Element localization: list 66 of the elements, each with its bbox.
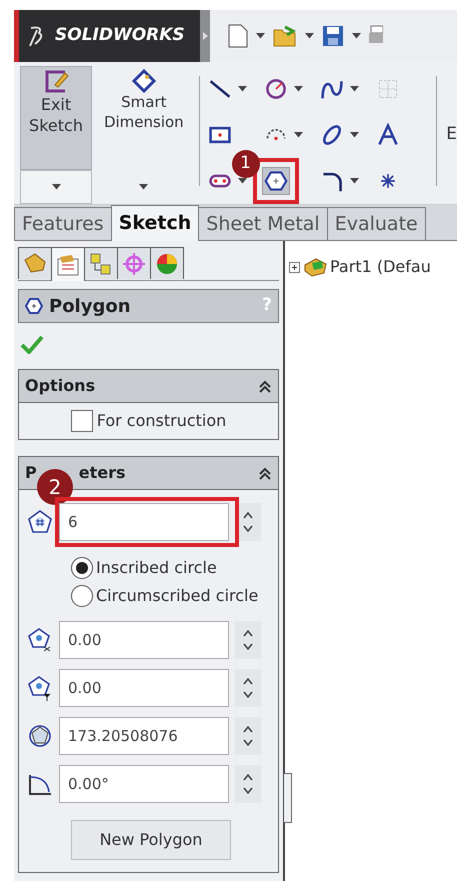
ribbon-label: E xyxy=(445,123,457,146)
dropdown-caret-icon[interactable] xyxy=(305,33,314,39)
radio-button[interactable] xyxy=(71,585,93,607)
smart-dimension-button[interactable]: Smart Dimension xyxy=(94,66,193,170)
panel-tab[interactable] xyxy=(150,247,184,279)
center-x-icon xyxy=(27,627,53,653)
dropdown-caret-icon[interactable] xyxy=(294,132,303,138)
save-icon[interactable] xyxy=(322,25,344,47)
sides-icon xyxy=(27,509,53,535)
text-icon xyxy=(376,123,400,147)
new-polygon-button[interactable]: New Polygon xyxy=(71,820,231,860)
dimension-icon xyxy=(132,69,156,93)
ribbon-tab[interactable]: Evaluate xyxy=(326,206,426,240)
step-badge: 1 xyxy=(232,150,260,178)
dropdown-caret-icon[interactable] xyxy=(238,86,247,92)
exit-sketch-icon xyxy=(43,69,69,95)
dropdown-caret-icon[interactable] xyxy=(350,86,359,92)
input-field[interactable]: 0.00 xyxy=(59,621,229,659)
input-field[interactable]: 6 xyxy=(59,503,229,541)
dropdown-caret-icon[interactable] xyxy=(294,86,303,92)
splitter-handle[interactable] xyxy=(284,773,292,823)
dropdown-caret-icon[interactable] xyxy=(52,184,60,190)
dropdown-caret-icon[interactable] xyxy=(350,132,359,138)
collapse-chevron-icon[interactable] xyxy=(258,380,272,394)
ribbon-tab[interactable]: Sketch xyxy=(110,205,200,241)
panel-tab[interactable] xyxy=(84,247,118,279)
exit-sketch-button[interactable]: Exit Sketch xyxy=(20,66,92,170)
collapse-chevron-icon[interactable] xyxy=(258,466,272,481)
dropdown-caret-icon[interactable] xyxy=(350,178,359,184)
panel-tab[interactable] xyxy=(18,247,52,279)
ribbon-tab[interactable]: Features xyxy=(14,206,112,240)
polygon-tool[interactable] xyxy=(262,167,290,195)
radio-label: Circumscribed circle xyxy=(96,585,258,607)
spinner-arrows-icon[interactable] xyxy=(242,510,254,534)
center-y-icon xyxy=(27,675,53,701)
spinner-arrows-icon[interactable] xyxy=(242,676,254,700)
group-title: Options xyxy=(25,375,96,397)
circle-icon xyxy=(264,77,288,101)
ok-checkmark-icon[interactable] xyxy=(20,334,44,354)
polygon-icon xyxy=(264,169,288,193)
dropdown-caret-icon[interactable] xyxy=(352,33,361,39)
spinner-arrows-icon[interactable] xyxy=(242,772,254,796)
input-field[interactable]: 0.00° xyxy=(59,765,229,803)
spinner-arrows-icon[interactable] xyxy=(242,724,254,748)
input-field[interactable]: 173.20508076 xyxy=(59,717,229,755)
radio-button[interactable] xyxy=(71,557,93,579)
open-folder-icon[interactable] xyxy=(273,25,297,47)
checkbox[interactable] xyxy=(70,410,93,432)
polygon-icon xyxy=(25,297,43,315)
panel-tab[interactable] xyxy=(51,247,85,281)
dropdown-caret-icon[interactable] xyxy=(139,184,148,190)
part-icon xyxy=(302,256,328,278)
tree-item[interactable]: Part1 (Defau xyxy=(330,255,431,279)
expand-arrow-icon xyxy=(202,32,208,40)
group-title: eters xyxy=(78,462,126,484)
circle-diameter-icon xyxy=(27,723,53,749)
checkbox-label: For construction xyxy=(96,410,226,432)
new-document-icon[interactable] xyxy=(228,24,248,48)
panel-tab[interactable] xyxy=(117,247,151,279)
panel-title: Polygon xyxy=(49,294,131,318)
input-field[interactable]: 0.00 xyxy=(59,669,229,707)
logo-text: SOLIDWORKS xyxy=(55,24,185,48)
dropdown-caret-icon[interactable] xyxy=(256,33,265,39)
group-title: P xyxy=(25,462,37,484)
radio-label: Inscribed circle xyxy=(96,557,217,579)
spinner-arrows-icon[interactable] xyxy=(242,628,254,652)
